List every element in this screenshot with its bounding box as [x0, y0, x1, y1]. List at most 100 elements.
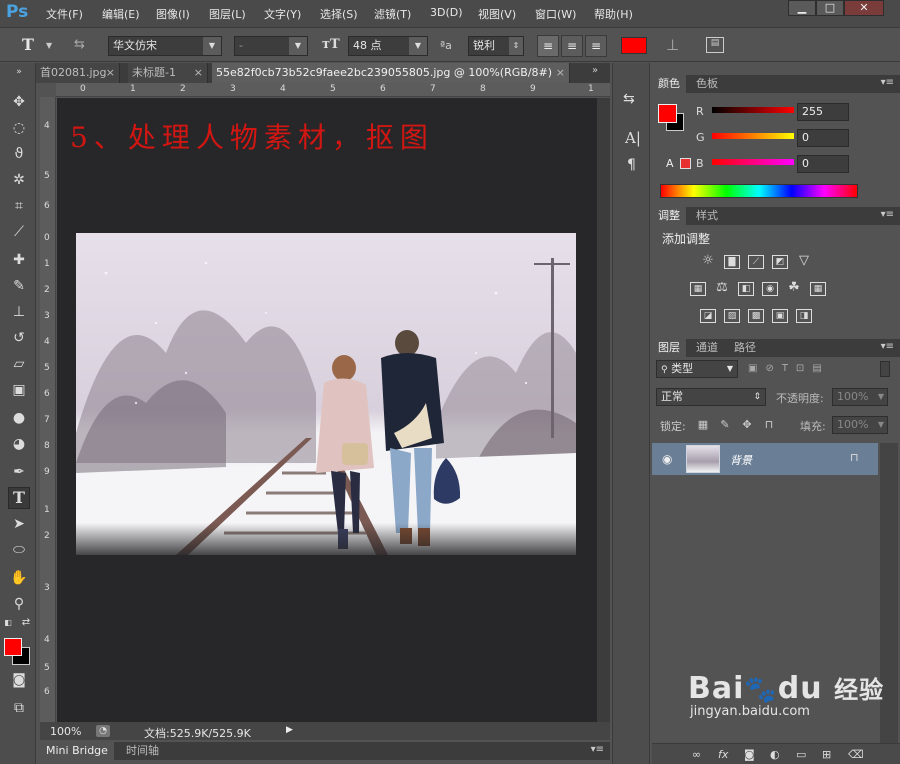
font-family-select[interactable]: 华文仿宋 ▼	[108, 36, 222, 56]
threshold-icon[interactable]: ▩	[748, 309, 764, 323]
gradient-tool-icon[interactable]: ▣	[8, 379, 30, 401]
panel-menu-icon[interactable]: ▾≡	[881, 209, 894, 220]
zoom-menu-icon[interactable]: ◔	[96, 725, 110, 737]
paragraph-panel-icon[interactable]: ¶	[627, 157, 636, 173]
menu-select[interactable]: 选择(S)	[320, 6, 358, 22]
invert-icon[interactable]: ◪	[700, 309, 716, 323]
healing-brush-tool-icon[interactable]: ✚	[8, 249, 30, 271]
foreground-color-swatch[interactable]	[4, 638, 22, 656]
green-slider[interactable]	[712, 133, 794, 139]
move-tool-icon[interactable]: ✥	[8, 91, 30, 113]
eraser-tool-icon[interactable]: ▱	[8, 353, 30, 375]
eyedropper-tool-icon[interactable]: ⟋	[8, 221, 30, 243]
eye-icon[interactable]: ◉	[662, 452, 672, 466]
photo-filter-icon[interactable]: ◉	[762, 282, 778, 296]
exposure-icon[interactable]: ◩	[772, 255, 788, 269]
align-right-button[interactable]: ≡	[585, 35, 607, 57]
tab-adjustments[interactable]: 调整	[652, 207, 686, 225]
chevron-down-icon[interactable]: ▼	[46, 41, 52, 50]
warp-text-icon[interactable]: ⊥	[666, 36, 679, 54]
color-lookup-icon[interactable]: ▦	[810, 282, 826, 296]
posterize-icon[interactable]: ▨	[724, 309, 740, 323]
pen-tool-icon[interactable]: ✒	[8, 461, 30, 483]
tab-document-1[interactable]: 首02081.jpg ×	[36, 63, 120, 83]
opacity-field[interactable]: 100% ▼	[832, 388, 888, 406]
layer-name[interactable]: 背景	[730, 452, 752, 468]
lock-all-icon[interactable]: ⊓	[762, 418, 776, 432]
align-left-button[interactable]: ≡	[537, 35, 559, 57]
menu-layer[interactable]: 图层(L)	[209, 6, 246, 22]
blue-value-field[interactable]: 0	[797, 155, 849, 173]
tab-timeline[interactable]: 时间轴	[120, 742, 165, 760]
lock-transparent-icon[interactable]: ▦	[696, 418, 710, 432]
curves-icon[interactable]: ⟋	[748, 255, 764, 269]
history-brush-tool-icon[interactable]: ↺	[8, 327, 30, 349]
lock-pixels-icon[interactable]: ✎	[718, 418, 732, 432]
color-balance-icon[interactable]: ⚖	[714, 281, 730, 296]
character-panel-icon[interactable]: A|	[625, 129, 641, 147]
tab-layers[interactable]: 图层	[652, 339, 686, 357]
red-slider[interactable]	[712, 107, 794, 113]
tab-channels[interactable]: 通道	[690, 339, 724, 357]
delete-layer-icon[interactable]: ⌫	[848, 748, 864, 761]
close-icon[interactable]: ×	[106, 63, 115, 83]
panel-menu-icon[interactable]: ▾≡	[591, 744, 604, 755]
brightness-icon[interactable]: ☼	[700, 254, 716, 269]
marquee-tool-icon[interactable]: ◌	[8, 117, 30, 139]
collapse-icon[interactable]: »	[8, 67, 30, 77]
text-orientation-icon[interactable]: ⇆	[74, 37, 92, 55]
panel-menu-icon[interactable]: ▾≡	[881, 341, 894, 352]
tab-paths[interactable]: 路径	[728, 339, 762, 357]
tab-swatches[interactable]: 色板	[690, 75, 724, 93]
new-group-icon[interactable]: ▭	[796, 748, 806, 761]
green-value-field[interactable]: 0	[797, 129, 849, 147]
menu-view[interactable]: 视图(V)	[478, 6, 516, 22]
menu-filter[interactable]: 滤镜(T)	[374, 6, 411, 22]
stamp-tool-icon[interactable]: ⊥	[8, 301, 30, 323]
path-selection-tool-icon[interactable]: ➤	[8, 513, 30, 535]
tab-document-2[interactable]: 未标题-1 ×	[128, 63, 208, 83]
vibrance-icon[interactable]: ▽	[796, 254, 812, 269]
link-layers-icon[interactable]: ∞	[692, 748, 701, 761]
new-layer-icon[interactable]: ⊞	[822, 748, 831, 761]
restore-button[interactable]: □	[816, 0, 844, 16]
font-style-select[interactable]: - ▼	[234, 36, 308, 56]
tabs-overflow-icon[interactable]: »	[592, 65, 598, 76]
dodge-tool-icon[interactable]: ◕	[8, 433, 30, 455]
hue-saturation-icon[interactable]: ▦	[690, 282, 706, 296]
gamut-swatch[interactable]	[680, 158, 691, 169]
menu-3d[interactable]: 3D(D)	[430, 6, 463, 19]
ellipse-tool-icon[interactable]: ⬭	[8, 539, 30, 561]
antialias-select[interactable]: 锐利 ⇕	[468, 36, 524, 56]
channel-mixer-icon[interactable]: ☘	[786, 281, 802, 296]
tab-mini-bridge[interactable]: Mini Bridge	[40, 742, 114, 760]
zoom-level[interactable]: 100%	[50, 725, 81, 738]
quick-mask-icon[interactable]: ◙	[8, 669, 30, 691]
tab-styles[interactable]: 样式	[690, 207, 724, 225]
lock-position-icon[interactable]: ✥	[740, 418, 754, 432]
brush-tool-icon[interactable]: ✎	[8, 275, 30, 297]
vertical-scrollbar[interactable]	[597, 98, 610, 722]
color-spectrum-ramp[interactable]	[660, 184, 858, 198]
layer-filter-kind-icons[interactable]: ▣⊘T⊡▤	[748, 363, 830, 374]
screen-mode-icon[interactable]: ⧉	[8, 697, 30, 719]
lasso-tool-icon[interactable]: ϑ	[8, 143, 30, 165]
photo-couple-walking-snowy-railway[interactable]	[76, 233, 576, 555]
levels-icon[interactable]: ▇	[724, 255, 740, 269]
layer-style-icon[interactable]: fx	[718, 748, 728, 761]
red-value-field[interactable]: 255	[797, 103, 849, 121]
panel-menu-icon[interactable]: ▾≡	[881, 77, 894, 88]
menu-edit[interactable]: 编辑(E)	[102, 6, 140, 22]
layer-filter-select[interactable]: ⚲ 类型 ▼	[656, 360, 738, 378]
selective-color-icon[interactable]: ◨	[796, 309, 812, 323]
menu-file[interactable]: 文件(F)	[46, 6, 83, 22]
add-mask-icon[interactable]: ◙	[744, 748, 755, 761]
character-panel-icon[interactable]: ▤	[706, 37, 724, 53]
tab-document-3[interactable]: 55e82f0cb73b52c9faee2bc239055805.jpg @ 1…	[212, 63, 570, 83]
swap-colors-icon[interactable]: ⇄	[20, 617, 32, 629]
align-center-button[interactable]: ≡	[561, 35, 583, 57]
layer-row-background[interactable]: ◉ 背景 ⊓	[652, 443, 878, 475]
black-white-icon[interactable]: ◧	[738, 282, 754, 296]
foreground-color-swatch[interactable]	[658, 104, 677, 123]
adjustment-layer-icon[interactable]: ◐	[770, 748, 780, 761]
